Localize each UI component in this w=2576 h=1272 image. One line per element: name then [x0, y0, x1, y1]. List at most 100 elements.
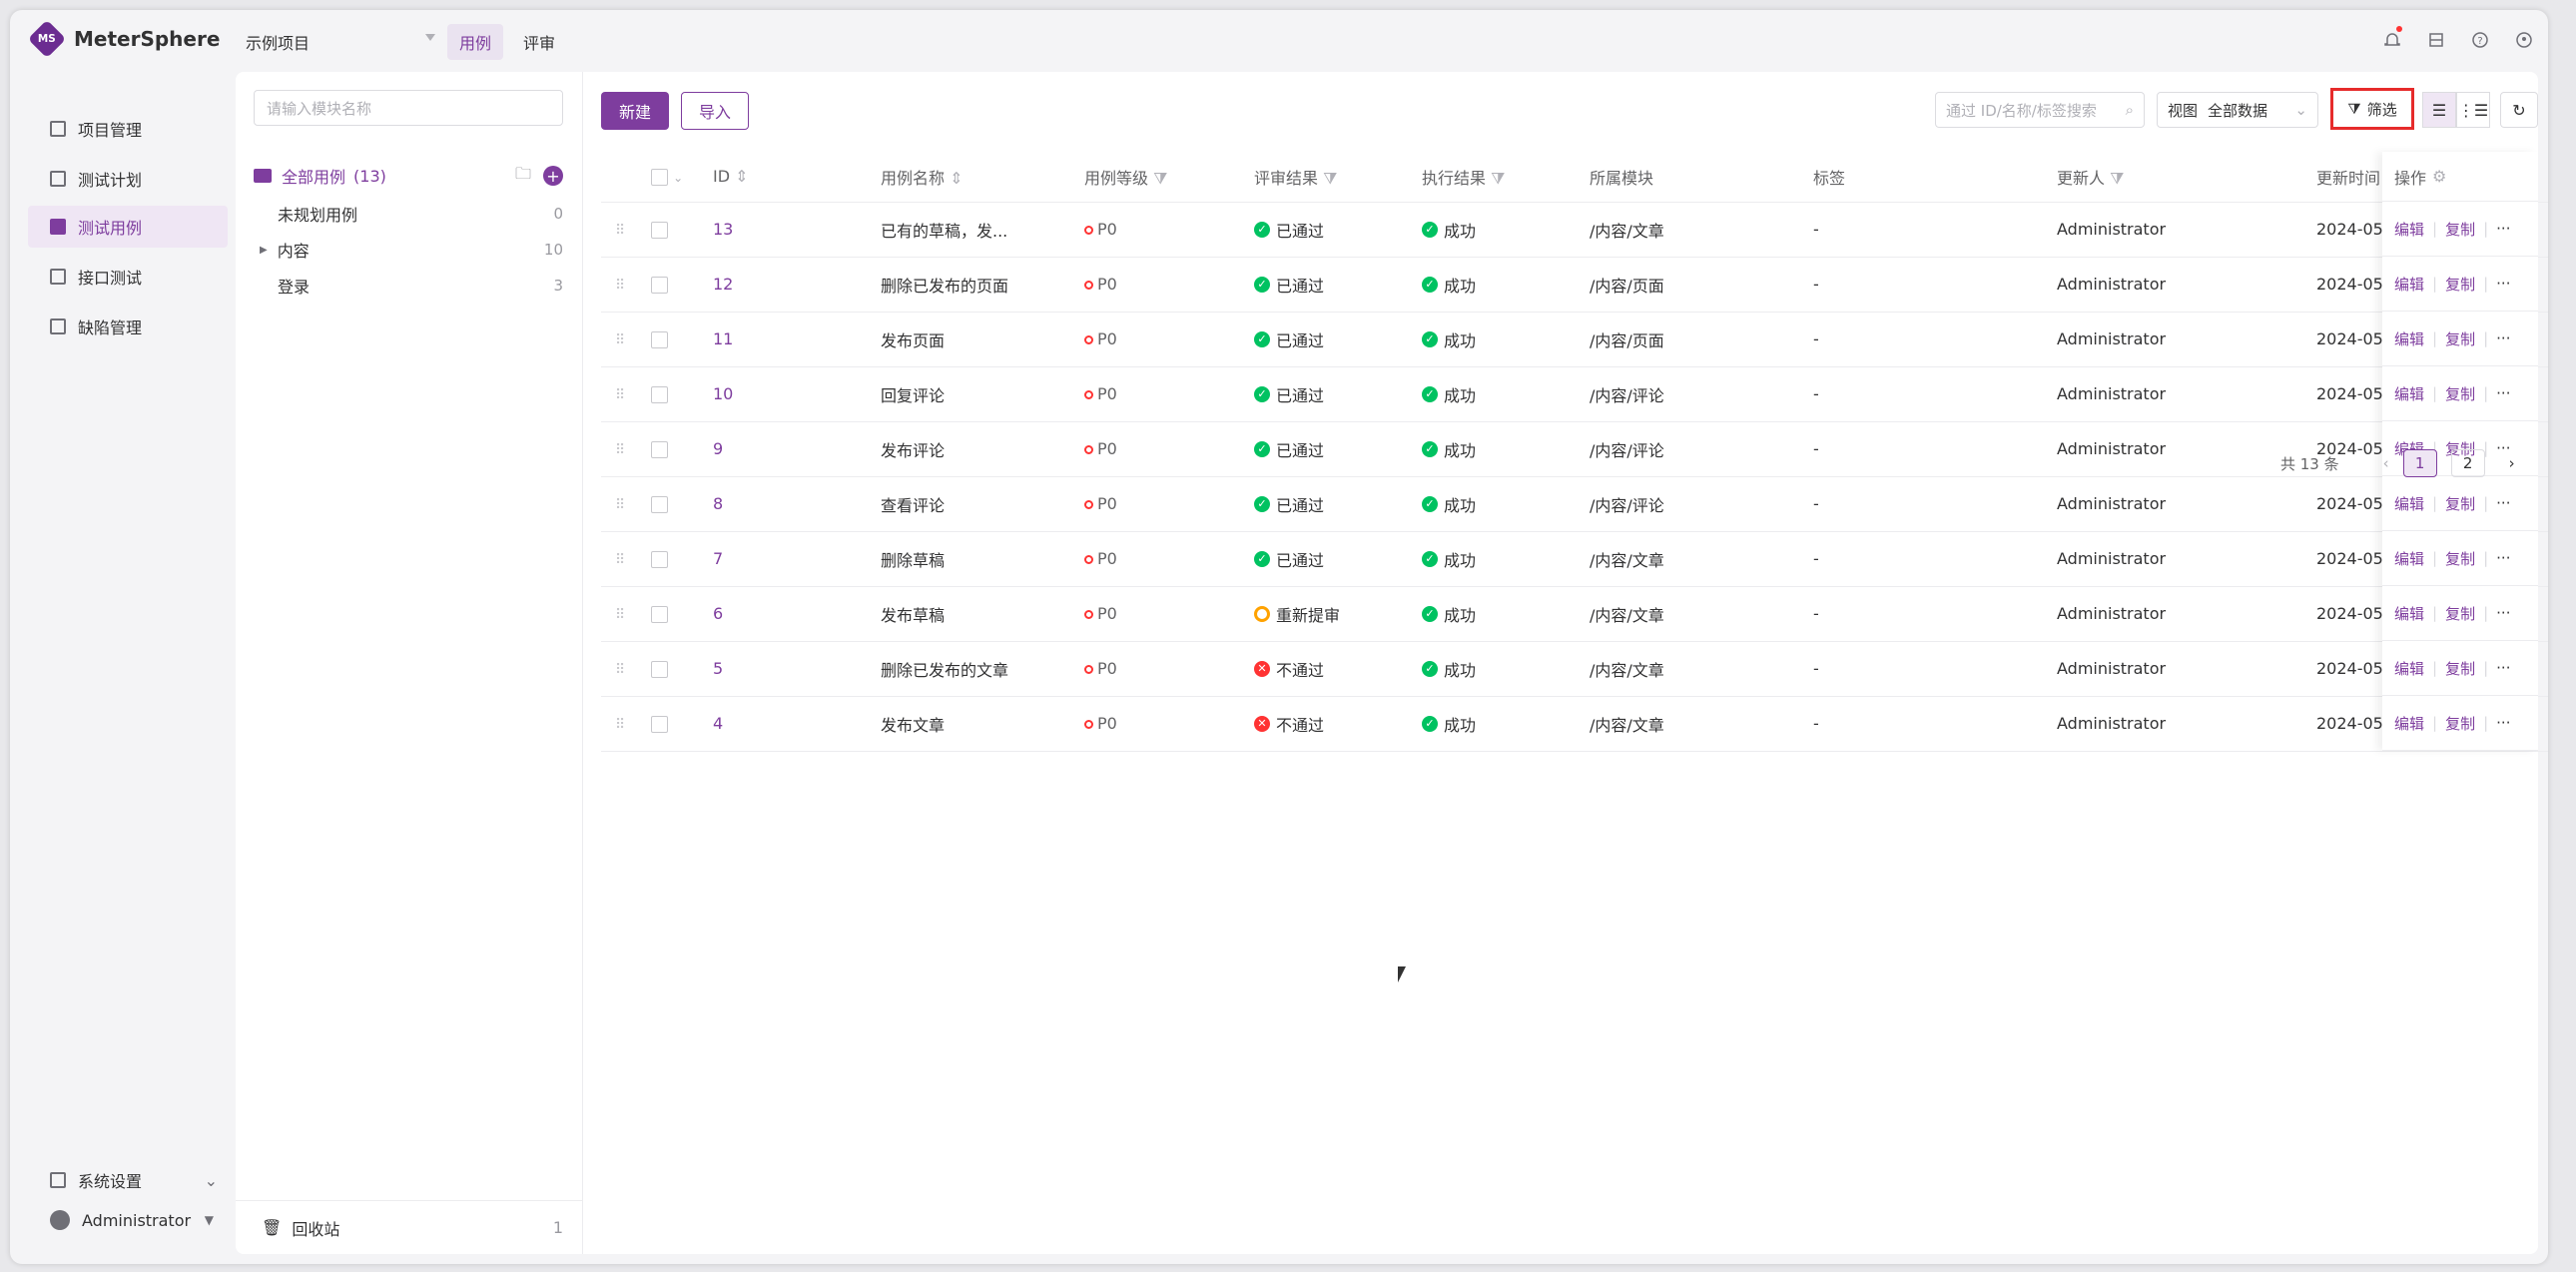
tree-node[interactable]: 登录 3 — [254, 274, 563, 298]
case-id[interactable]: 5 — [713, 641, 881, 697]
drag-handle-icon[interactable]: ⠿ — [601, 607, 625, 623]
gear-icon[interactable]: ⚙ — [2432, 167, 2446, 186]
copy-link[interactable]: 复制 — [2445, 493, 2475, 514]
case-id[interactable]: 7 — [713, 531, 881, 587]
drag-handle-icon[interactable]: ⠿ — [601, 387, 625, 403]
help-icon[interactable]: ? — [2470, 30, 2490, 50]
account-icon[interactable] — [2514, 30, 2534, 50]
row-checkbox[interactable] — [651, 441, 668, 458]
edit-link[interactable]: 编辑 — [2394, 548, 2424, 569]
edit-link[interactable]: 编辑 — [2394, 274, 2424, 295]
drag-handle-icon[interactable]: ⠿ — [601, 442, 625, 458]
filter-icon[interactable]: ⧩ — [1491, 169, 1505, 188]
tab-case[interactable]: 用例 — [447, 24, 504, 60]
copy-link[interactable]: 复制 — [2445, 219, 2475, 240]
edit-link[interactable]: 编辑 — [2394, 658, 2424, 679]
row-checkbox[interactable] — [651, 716, 668, 733]
sort-icon[interactable]: ⇕ — [735, 167, 748, 186]
copy-link[interactable]: 复制 — [2445, 658, 2475, 679]
next-page-icon[interactable]: › — [2509, 454, 2515, 472]
case-id[interactable]: 9 — [713, 421, 881, 477]
tab-review[interactable]: 评审 — [511, 24, 567, 60]
case-id[interactable]: 13 — [713, 202, 881, 258]
prev-page-icon[interactable]: ‹ — [2383, 454, 2389, 472]
sidebar-item-case[interactable]: 测试用例 — [28, 206, 228, 248]
case-name[interactable]: 删除已发布的页面 — [881, 257, 1084, 313]
drag-handle-icon[interactable]: ⠿ — [601, 662, 625, 678]
tree-root[interactable]: 全部用例 (13) 🗀 + — [254, 164, 563, 188]
case-name[interactable]: 发布草稿 — [881, 586, 1084, 642]
table-row[interactable]: ⠿ 5 删除已发布的文章 P0 ✕ 不通过 ✓ 成功/内容/文章 - Administrator 2… — [601, 641, 2548, 697]
edit-link[interactable]: 编辑 — [2394, 219, 2424, 240]
col-level[interactable]: 用例等级 ⧩ — [1084, 152, 1254, 203]
select-all-checkbox[interactable]: ⌄ — [651, 152, 713, 203]
col-exec[interactable]: 执行结果 ⧩ — [1422, 152, 1590, 203]
add-folder-icon[interactable]: 🗀 — [515, 163, 531, 190]
copy-link[interactable]: 复制 — [2445, 548, 2475, 569]
edit-link[interactable]: 编辑 — [2394, 383, 2424, 404]
row-checkbox[interactable] — [651, 551, 668, 568]
case-id[interactable]: 10 — [713, 366, 881, 422]
more-icon[interactable]: ··· — [2496, 275, 2510, 293]
refresh-icon[interactable]: ↻ — [2500, 92, 2538, 128]
sidebar-item-api[interactable]: 接口测试 — [28, 256, 228, 298]
table-row[interactable]: ⠿ 7 删除草稿 P0 ✓ 已通过 ✓ 成功/内容/文章 - Administrator 2024-… — [601, 531, 2548, 587]
table-row[interactable]: ⠿ 8 查看评论 P0 ✓ 已通过 ✓ 成功/内容/评论 - Administrator 2024-… — [601, 476, 2548, 532]
col-user[interactable]: 更新人 ⧩ — [2057, 152, 2316, 203]
filter-button[interactable]: ⧩ 筛选 — [2330, 88, 2414, 130]
filter-icon[interactable]: ⧩ — [2110, 169, 2124, 188]
task-icon[interactable] — [2426, 30, 2446, 50]
more-icon[interactable]: ··· — [2496, 714, 2510, 732]
table-row[interactable]: ⠿ 4 发布文章 P0 ✕ 不通过 ✓ 成功/内容/文章 - Administrator 2024-… — [601, 696, 2548, 752]
page-2[interactable]: 2 — [2450, 449, 2485, 477]
case-id[interactable]: 4 — [713, 696, 881, 752]
filter-icon[interactable]: ⧩ — [1153, 169, 1167, 188]
row-checkbox[interactable] — [651, 496, 668, 513]
filter-icon[interactable]: ⧩ — [1323, 169, 1337, 188]
import-button[interactable]: 导入 — [681, 92, 749, 130]
drag-handle-icon[interactable]: ⠿ — [601, 332, 625, 348]
more-icon[interactable]: ··· — [2496, 494, 2510, 512]
list-view-icon[interactable]: ☰ — [2422, 92, 2456, 128]
tree-node[interactable]: 未规划用例 0 — [254, 202, 563, 226]
sidebar-item-bug[interactable]: 缺陷管理 — [28, 306, 228, 347]
new-button[interactable]: 新建 — [601, 92, 669, 130]
drag-handle-icon[interactable]: ⠿ — [601, 223, 625, 239]
more-icon[interactable]: ··· — [2496, 220, 2510, 238]
case-name[interactable]: 回复评论 — [881, 366, 1084, 422]
project-select[interactable]: 示例项目 — [246, 30, 435, 54]
sort-icon[interactable]: ⇕ — [950, 169, 963, 188]
sidebar-item-plan[interactable]: 测试计划 — [28, 158, 228, 200]
copy-link[interactable]: 复制 — [2445, 713, 2475, 734]
drag-handle-icon[interactable]: ⠿ — [601, 552, 625, 568]
row-checkbox[interactable] — [651, 606, 668, 623]
recycle-bin[interactable]: 🗑 回收站 1 — [236, 1200, 583, 1254]
tree-view-icon[interactable]: ⋮☰ — [2456, 92, 2490, 128]
row-checkbox[interactable] — [651, 661, 668, 678]
add-icon[interactable]: + — [543, 166, 563, 186]
more-icon[interactable]: ··· — [2496, 384, 2510, 402]
case-name[interactable]: 发布文章 — [881, 696, 1084, 752]
col-name[interactable]: 用例名称 ⇕ — [881, 152, 1084, 203]
col-id[interactable]: ID ⇕ — [713, 152, 881, 203]
case-id[interactable]: 6 — [713, 586, 881, 642]
user-menu[interactable]: Administrator ▼ — [28, 1210, 228, 1230]
table-row[interactable]: ⠿ 6 发布草稿 P0 重新提审 ✓ 成功/内容/文章 - Administrator 2024-… — [601, 586, 2548, 642]
drag-handle-icon[interactable]: ⠿ — [601, 278, 625, 294]
module-search-input[interactable]: 请输入模块名称 — [254, 90, 563, 126]
edit-link[interactable]: 编辑 — [2394, 603, 2424, 624]
case-id[interactable]: 8 — [713, 476, 881, 532]
case-id[interactable]: 11 — [713, 312, 881, 367]
tree-node[interactable]: ▶ 内容 10 — [254, 238, 563, 262]
col-review[interactable]: 评审结果 ⧩ — [1254, 152, 1422, 203]
expand-icon[interactable]: ▶ — [260, 245, 268, 256]
edit-link[interactable]: 编辑 — [2394, 328, 2424, 349]
case-name[interactable]: 删除草稿 — [881, 531, 1084, 587]
page-1[interactable]: 1 — [2402, 449, 2437, 477]
bell-icon[interactable] — [2382, 26, 2402, 50]
sidebar-item-project[interactable]: 项目管理 — [28, 108, 228, 150]
table-row[interactable]: ⠿ 9 发布评论 P0 ✓ 已通过 ✓ 成功/内容/评论 - Administrator 2024-… — [601, 421, 2548, 477]
more-icon[interactable]: ··· — [2496, 329, 2510, 347]
edit-link[interactable]: 编辑 — [2394, 493, 2424, 514]
table-row[interactable]: ⠿ 13 已有的草稿，发... P0 ✓ 已通过 ✓ 成功/内容/文章 - Administrat… — [601, 202, 2548, 258]
